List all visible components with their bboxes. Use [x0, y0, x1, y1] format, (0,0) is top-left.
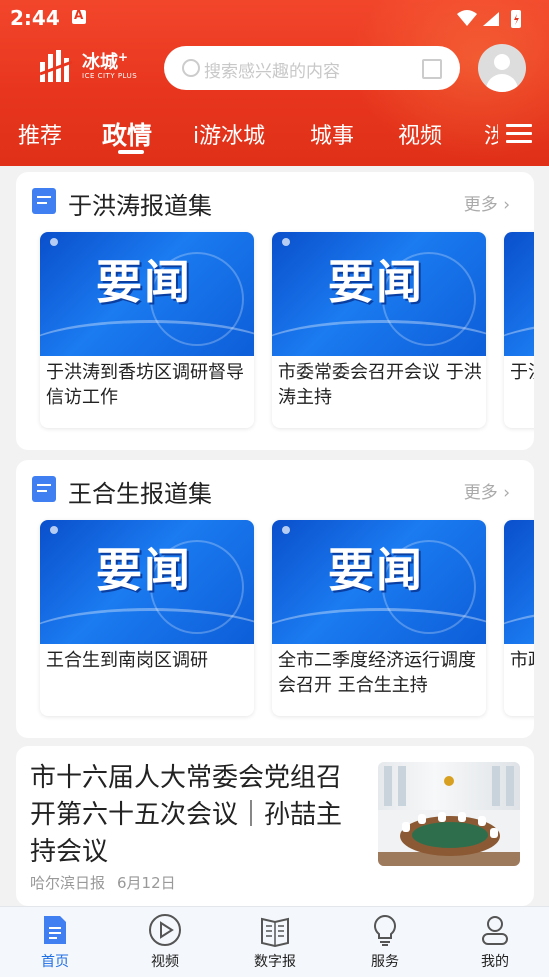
news-tile[interactable]: 要闻 王合生到南岗区调研 — [40, 520, 254, 716]
active-tab-indicator — [118, 150, 144, 154]
status-bar: 2:44 — [0, 0, 549, 36]
play-icon — [149, 914, 181, 946]
news-thumbnail: 要闻 — [272, 520, 486, 644]
news-headline: 市十六届人大常委会党组召开第六十五次会议｜孙喆主持会议 — [30, 763, 343, 867]
more-link[interactable]: 更多 › — [464, 190, 510, 215]
news-list-item[interactable]: 市十六届人大常委会党组召开第六十五次会议｜孙喆主持会议 哈尔滨日报 6月12日 — [16, 746, 534, 906]
news-thumbnail: 要闻 — [272, 232, 486, 356]
document-icon — [32, 476, 56, 502]
section-title: 王合生报道集 — [68, 480, 212, 508]
news-tile[interactable]: 要闻 全市二季度经济运行调度会召开 王合生主持 — [272, 520, 486, 716]
tab-politics[interactable]: 政情 — [102, 116, 152, 152]
news-photo — [378, 762, 520, 866]
status-time: 2:44 — [10, 6, 60, 30]
news-thumbnail: 要闻 — [504, 520, 534, 644]
news-caption: 市委常委会召开会议 于洪涛主持 — [278, 362, 482, 408]
report-collection-card: 王合生报道集 更多 › 要闻 王合生到南岗区调研 要闻 全市二季度经济运行调度会… — [16, 460, 534, 738]
notification-app-icon — [72, 8, 86, 24]
tab-partial[interactable]: 涉 — [484, 118, 498, 150]
channel-tabs: 推荐 政情 i游冰城 城事 视频 涉 — [0, 112, 549, 162]
ice-city-logo-icon — [39, 50, 73, 82]
news-tile[interactable]: 要闻 市政王合 — [504, 520, 534, 716]
news-thumbnail: 要闻 — [40, 232, 254, 356]
scan-icon[interactable] — [422, 59, 442, 79]
news-tile[interactable]: 要闻 市委常委会召开会议 于洪涛主持 — [272, 232, 486, 428]
app-logo: 冰城+ ICE CITY PLUS — [38, 46, 138, 90]
search-icon — [182, 59, 200, 77]
search-bar[interactable]: 搜索感兴趣的内容 — [164, 46, 460, 90]
nav-services[interactable]: 服务 — [330, 907, 440, 977]
channel-menu-icon[interactable] — [506, 120, 532, 146]
tab-travel[interactable]: i游冰城 — [193, 118, 265, 150]
news-caption: 王合生到南岗区调研 — [46, 650, 208, 671]
logo-text: 冰城+ — [82, 50, 129, 73]
status-icons — [457, 10, 521, 28]
tab-recommend[interactable]: 推荐 — [18, 118, 62, 150]
news-caption: 于洪涛到香坊区调研督导信访工作 — [46, 362, 244, 408]
lightbulb-icon — [374, 914, 396, 946]
news-date: 6月12日 — [117, 874, 176, 892]
nav-digital-paper[interactable]: 数字报 — [220, 907, 330, 977]
wifi-icon — [457, 10, 477, 26]
document-icon — [32, 188, 56, 214]
more-link[interactable]: 更多 › — [464, 478, 510, 503]
report-collection-card: 于洪涛报道集 更多 › 要闻 于洪涛到香坊区调研督导信访工作 要闻 市委常委会召… — [16, 172, 534, 450]
news-thumbnail: 要闻 — [504, 232, 534, 356]
news-caption: 全市二季度经济运行调度会召开 王合生主持 — [278, 650, 476, 696]
home-doc-icon — [44, 916, 66, 944]
newspaper-icon — [261, 917, 289, 947]
nav-video[interactable]: 视频 — [110, 907, 220, 977]
section-title: 于洪涛报道集 — [68, 192, 212, 220]
tab-city[interactable]: 城事 — [310, 118, 354, 150]
user-icon — [482, 916, 508, 945]
signal-icon — [483, 12, 499, 26]
tab-video[interactable]: 视频 — [398, 118, 442, 150]
news-source: 哈尔滨日报 — [30, 874, 106, 892]
user-avatar[interactable] — [478, 44, 526, 92]
nav-mine[interactable]: 我的 — [440, 907, 549, 977]
search-placeholder: 搜索感兴趣的内容 — [204, 62, 340, 82]
news-thumbnail: 要闻 — [40, 520, 254, 644]
news-caption: 市政王合 — [510, 650, 534, 671]
news-tile[interactable]: 要闻 于洪涛到香坊区调研督导信访工作 — [40, 232, 254, 428]
news-caption: 于洪开关 — [510, 362, 534, 383]
nav-home[interactable]: 首页 — [0, 907, 110, 977]
app-header: 2:44 冰城+ ICE CITY PLUS 搜索感兴趣的内容 推荐 政情 i游 — [0, 0, 549, 166]
bottom-nav: 首页 视频 数字报 服务 我的 — [0, 906, 549, 977]
logo-subtext: ICE CITY PLUS — [82, 72, 138, 80]
news-tile[interactable]: 要闻 于洪开关 — [504, 232, 534, 428]
news-meta: 哈尔滨日报 6月12日 — [30, 872, 188, 893]
